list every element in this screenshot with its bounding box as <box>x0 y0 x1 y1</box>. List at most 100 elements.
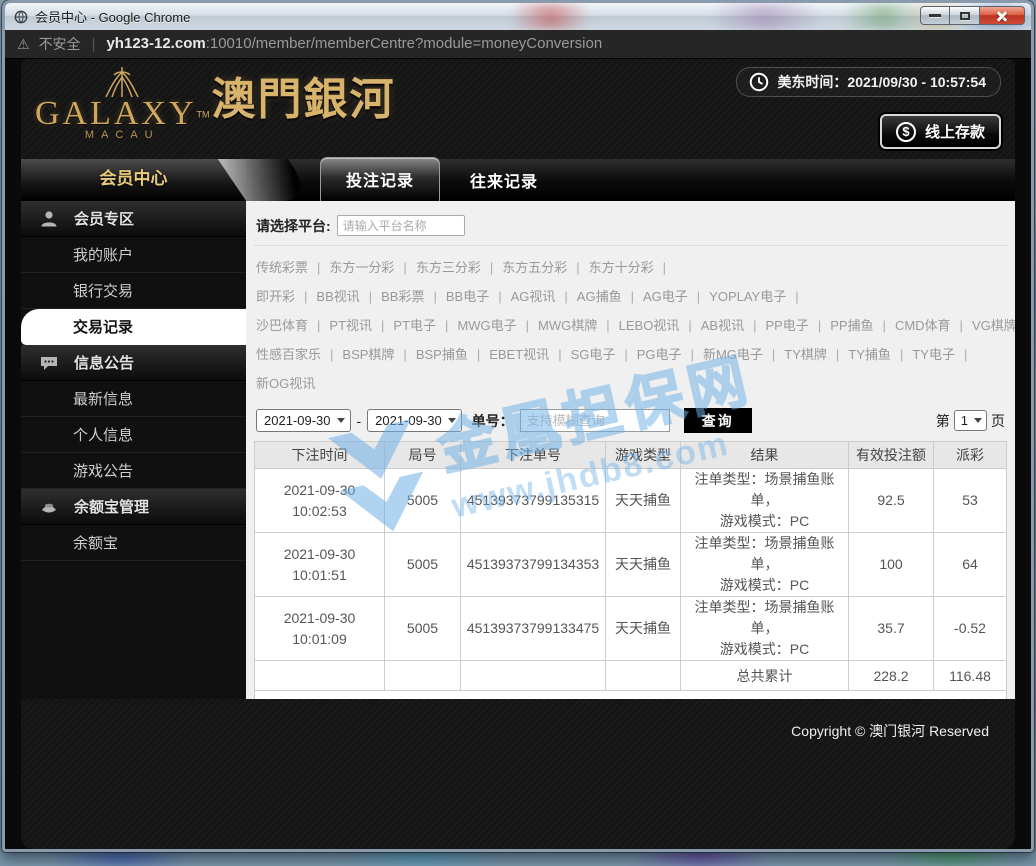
platform-link[interactable]: LEBO视讯 <box>619 318 701 333</box>
server-time-text: 美东时间：2021/09/30 - 10:57:54 <box>777 72 986 92</box>
order-number-label: 单号： <box>472 411 514 431</box>
online-deposit-button[interactable]: $ 线上存款 <box>880 114 1001 149</box>
platform-link[interactable]: SG电子 <box>571 347 637 362</box>
cell-valid-bet: 35.7 <box>849 597 934 661</box>
cell-payout: 53 <box>934 469 1007 533</box>
cell-round: 5005 <box>385 469 461 533</box>
order-number-input[interactable] <box>520 409 670 432</box>
platform-link[interactable]: VG棋牌 <box>972 318 1015 333</box>
sidebar-item-label: 余额宝管理 <box>74 496 149 517</box>
sidebar-item-label: 我的账户 <box>73 244 133 265</box>
platform-link[interactable]: TY电子 <box>912 347 976 362</box>
platform-link[interactable]: BB视讯 <box>316 289 381 304</box>
platform-link[interactable]: CMD体育 <box>895 318 972 333</box>
cell-order-number: 45139373799134353 <box>461 533 606 597</box>
server-time: 美东时间：2021/09/30 - 10:57:54 <box>736 67 1001 97</box>
date-from-select[interactable]: 2021-09-30 <box>256 409 351 432</box>
platform-link[interactable]: BSP捕鱼 <box>416 347 489 362</box>
tab-bet-records[interactable]: 投注记录 <box>320 157 440 201</box>
sidebar-item-label: 余额宝 <box>73 532 118 553</box>
browser-window: 会员中心 - Google Chrome ⚠ 不安全 | yh123-12.co… <box>2 0 1034 852</box>
close-button[interactable] <box>980 6 1025 25</box>
site-header: GALAXYTM MACAU 澳門銀河 美东时间：2021/09/30 - 10… <box>21 59 1015 159</box>
cell-round: 5005 <box>385 597 461 661</box>
platform-link[interactable]: BB彩票 <box>381 289 446 304</box>
cell-bet-time: 2021-09-30 10:01:51 <box>255 533 385 597</box>
sidebar-item-info-announcements[interactable]: 信息公告 <box>21 345 246 381</box>
total-payout: 116.48 <box>934 661 1007 691</box>
logo-text: GALAXY <box>35 95 197 132</box>
platform-link[interactable]: MWG电子 <box>457 318 538 333</box>
platform-link[interactable]: EBET视讯 <box>489 347 570 362</box>
platform-link[interactable]: 东方一分彩 <box>329 260 415 275</box>
table-row: 2021-09-30 10:01:51 5005 451393737991343… <box>255 533 1007 597</box>
platform-link[interactable]: 性感百家乐 <box>256 347 342 362</box>
cell-result: 注单类型：场景捕鱼账单， 游戏模式：PC <box>681 597 849 661</box>
sidebar-item-yuebao-management[interactable]: 余额宝管理 <box>21 489 246 525</box>
platform-link[interactable]: PT视讯 <box>329 318 393 333</box>
sidebar-item-member-zone[interactable]: 会员专区 <box>21 201 246 237</box>
platform-link[interactable]: YOPLAY电子 <box>709 289 807 304</box>
platform-link[interactable]: AG视讯 <box>511 289 577 304</box>
platform-link[interactable]: AG电子 <box>643 289 709 304</box>
cell-game-type: 天天捕鱼 <box>606 597 681 661</box>
platform-link[interactable]: AB视讯 <box>701 318 766 333</box>
url-path: :10010/member/memberCentre?module=moneyC… <box>206 35 602 52</box>
sidebar-item-bank-transactions[interactable]: 银行交易 <box>21 273 246 309</box>
platform-link[interactable]: 东方五分彩 <box>502 260 588 275</box>
sidebar-title: 会员中心 <box>21 159 246 201</box>
platform-search-input[interactable] <box>337 215 465 236</box>
sidebar-item-label: 银行交易 <box>73 280 133 301</box>
cell-order-number: 45139373799135315 <box>461 469 606 533</box>
platform-link[interactable]: TY棋牌 <box>784 347 848 362</box>
query-button[interactable]: 查询 <box>684 408 752 433</box>
date-to-select[interactable]: 2021-09-30 <box>367 409 462 432</box>
window-titlebar[interactable]: 会员中心 - Google Chrome <box>5 3 1031 30</box>
col-result: 结果 <box>681 442 849 469</box>
platform-link[interactable]: MWG棋牌 <box>538 318 619 333</box>
minimize-button[interactable] <box>920 6 950 25</box>
sidebar-item-personal-info[interactable]: 个人信息 <box>21 417 246 453</box>
platform-link[interactable]: PG电子 <box>637 347 703 362</box>
cell-bet-time: 2021-09-30 10:01:09 <box>255 597 385 661</box>
chevron-down-icon <box>974 418 982 423</box>
sidebar-item-transaction-records[interactable]: 交易记录 <box>21 309 246 345</box>
platform-link[interactable]: PP捕鱼 <box>830 318 895 333</box>
sidebar-item-yuebao[interactable]: 余额宝 <box>21 525 246 561</box>
maximize-icon <box>960 12 970 20</box>
bet-records-table: 下注时间 局号 下注单号 游戏类型 结果 有效投注额 派彩 <box>254 441 1007 691</box>
platform-link[interactable]: 即开彩 <box>256 289 316 304</box>
platform-select-row: 请选择平台: <box>254 209 1007 246</box>
platform-link[interactable]: 东方十分彩 <box>589 260 675 275</box>
platform-link[interactable]: 新OG视讯 <box>256 376 315 391</box>
platform-list: 传统彩票东方一分彩东方三分彩东方五分彩东方十分彩即开彩BB视讯BB彩票BB电子A… <box>254 246 1007 404</box>
sidebar-item-game-announcements[interactable]: 游戏公告 <box>21 453 246 489</box>
table-row: 2021-09-30 10:02:53 5005 451393737991353… <box>255 469 1007 533</box>
chevron-down-icon <box>337 418 345 423</box>
platform-link[interactable]: TY捕鱼 <box>848 347 912 362</box>
maximize-button[interactable] <box>950 6 980 25</box>
message-icon <box>39 353 59 373</box>
platform-link[interactable]: PP电子 <box>765 318 830 333</box>
address-bar[interactable]: ⚠ 不安全 | yh123-12.com:10010/member/member… <box>5 30 1031 59</box>
platform-link[interactable]: AG捕鱼 <box>577 289 643 304</box>
platform-link[interactable]: 新MG电子 <box>703 347 784 362</box>
cell-order-number: 45139373799133475 <box>461 597 606 661</box>
platform-link[interactable]: PT电子 <box>393 318 457 333</box>
col-game-type: 游戏类型 <box>606 442 681 469</box>
platform-link[interactable]: 东方三分彩 <box>416 260 502 275</box>
close-icon <box>995 11 1009 21</box>
platform-link[interactable]: BSP棋牌 <box>342 347 415 362</box>
platform-link[interactable]: BB电子 <box>446 289 511 304</box>
sidebar-item-my-account[interactable]: 我的账户 <box>21 237 246 273</box>
tab-transfer-records[interactable]: 往来记录 <box>444 159 564 201</box>
platform-link[interactable]: 沙巴体育 <box>256 318 329 333</box>
page-select[interactable]: 1 <box>954 410 987 431</box>
nav-row: 会员中心 投注记录 往来记录 <box>21 159 1015 201</box>
cell-valid-bet: 92.5 <box>849 469 934 533</box>
date-from-value: 2021-09-30 <box>264 413 331 428</box>
deposit-button-label: 线上存款 <box>925 121 985 142</box>
platform-link[interactable]: 传统彩票 <box>256 260 329 275</box>
sidebar: 会员专区 我的账户 银行交易 交易记录 信息公告 最新信息 个人信息 游戏公告 … <box>21 201 246 699</box>
sidebar-item-latest-info[interactable]: 最新信息 <box>21 381 246 417</box>
